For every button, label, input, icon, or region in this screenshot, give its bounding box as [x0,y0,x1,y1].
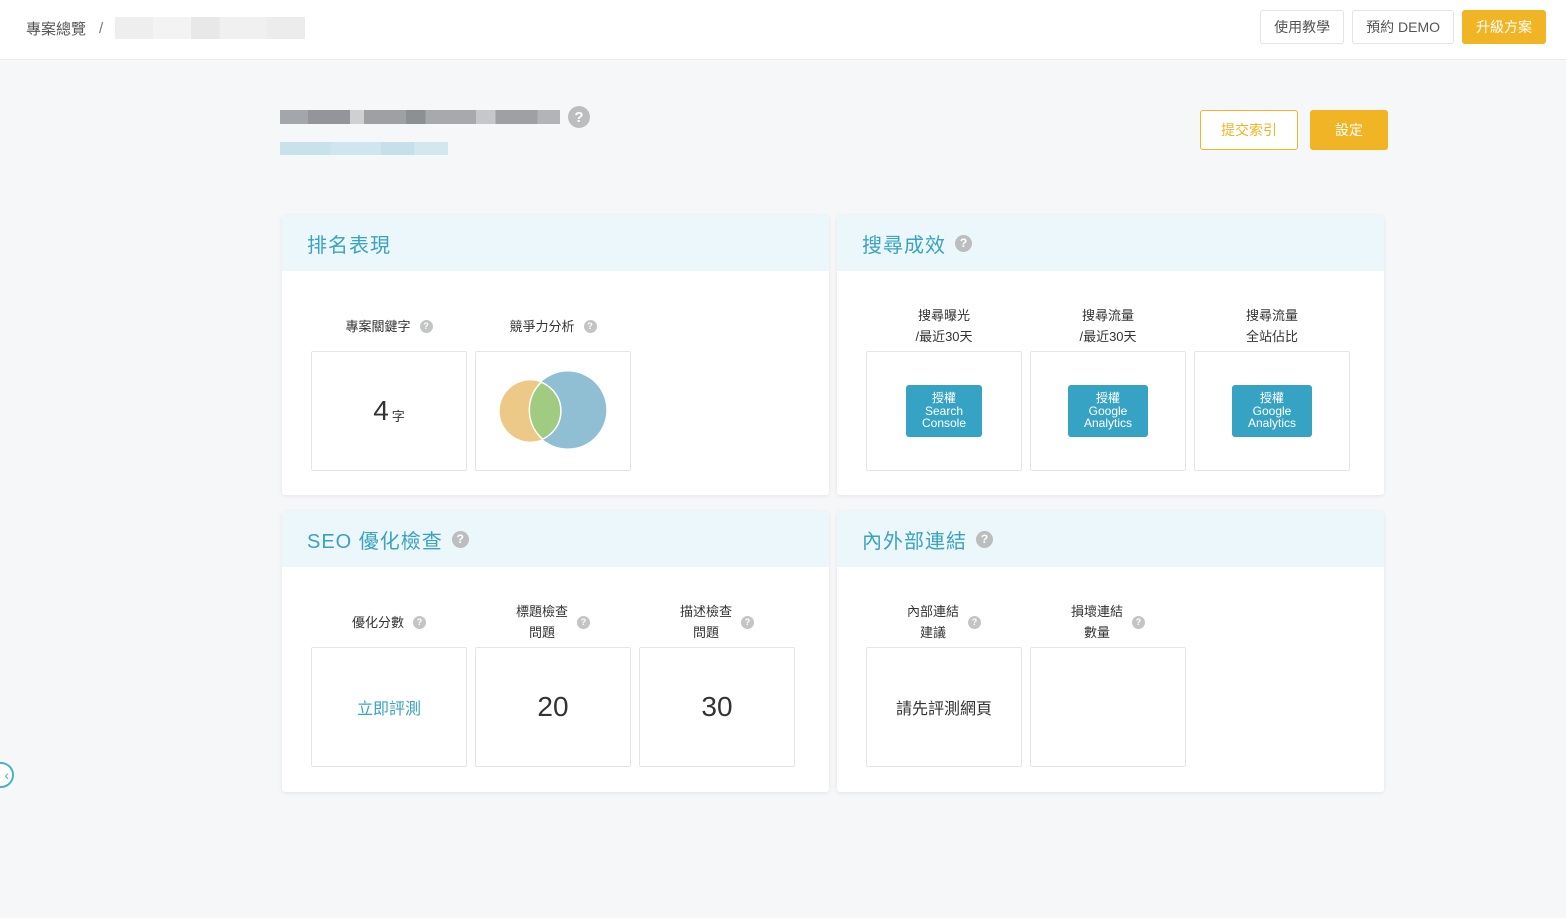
metric-box[interactable] [475,351,631,471]
metric-box: 授權 Google Analytics [1030,351,1186,471]
card-body: 搜尋曝光/最近30天 授權 Search Console 搜尋流量/最近30天 … [837,271,1384,471]
metric-label: 搜尋流量/最近30天 [1079,308,1137,344]
metric-search-impressions: 搜尋曝光/最近30天 授權 Search Console [866,301,1022,471]
card-header: 內外部連結 ? [837,511,1384,567]
help-icon[interactable]: ? [413,615,426,629]
card-title: SEO 優化檢查 [307,530,443,553]
keyword-unit: 字 [391,408,405,424]
card-title: 搜尋成效 [862,234,946,257]
upgrade-plan-button[interactable]: 升級方案 [1462,10,1546,44]
metric-label: 優化分數 ? [352,597,426,647]
authorize-google-analytics-button[interactable]: 授權 Google Analytics [1068,385,1148,437]
evaluate-now-link[interactable]: 立即評測 [357,695,421,719]
authorize-search-console-button[interactable]: 授權 Search Console [906,385,982,437]
metric-box[interactable]: 30 [639,647,795,767]
metric-project-keywords: 專案關鍵字 ? 4字 [311,301,467,471]
project-actions: 提交索引 設定 [1200,110,1388,150]
metric-box: 立即評測 [311,647,467,767]
project-name-redacted [280,110,560,124]
help-icon[interactable]: ? [968,615,981,629]
metric-search-traffic-share: 搜尋流量 全站佔比 授權 Google Analytics [1194,301,1350,471]
help-icon[interactable]: ? [451,530,469,548]
metric-internal-link-suggestions: 內部連結 建議 ? 請先評測網頁 [866,597,1022,767]
links-card: 內外部連結 ? 內部連結 建議 ? 請先評測網頁 損壞連結 數量 ? [837,511,1384,792]
metric-label: 描述檢查 問題 ? [680,597,754,647]
card-body: 優化分數 ? 立即評測 標題檢查 問題 ? 20 描述檢查 問題 ? 30 [282,567,829,767]
settings-button[interactable]: 設定 [1310,110,1388,150]
search-performance-card: 搜尋成效 ? 搜尋曝光/最近30天 授權 Search Console 搜尋流量… [837,215,1384,495]
title-issue-count: 20 [537,691,569,722]
metric-search-traffic: 搜尋流量/最近30天 授權 Google Analytics [1030,301,1186,471]
top-bar: 專案總覽 / 使用教學 預約 DEMO 升級方案 [0,0,1566,60]
card-header: 搜尋成效 ? [837,215,1384,271]
metric-optimization-score: 優化分數 ? 立即評測 [311,597,467,767]
help-icon[interactable]: ? [568,106,590,128]
card-header: SEO 優化檢查 ? [282,511,829,567]
chevron-left-icon: ‹ [4,767,9,783]
card-header: 排名表現 [282,215,829,271]
help-icon[interactable]: ? [1132,615,1145,629]
metric-box[interactable] [1030,647,1186,767]
tutorial-button[interactable]: 使用教學 [1260,10,1345,44]
metric-box: 授權 Search Console [866,351,1022,471]
metric-title-issues: 標題檢查 問題 ? 20 [475,597,631,767]
evaluate-page-first-text: 請先評測網頁 [895,701,992,718]
metric-label: 搜尋曝光/最近30天 [915,308,973,344]
breadcrumb-root[interactable]: 專案總覽 [26,18,86,39]
metric-label: 搜尋流量 全站佔比 [1245,308,1298,344]
metric-label: 內部連結 建議 ? [907,597,981,647]
help-icon[interactable]: ? [976,530,993,548]
description-issue-count: 30 [701,691,733,722]
submit-index-button[interactable]: 提交索引 [1200,110,1298,150]
help-icon[interactable]: ? [577,615,590,629]
metric-label: 標題檢查 問題 ? [516,597,590,647]
help-icon[interactable]: ? [741,615,754,629]
metric-competitor-analysis: 競爭力分析 ? [475,301,631,471]
card-body: 專案關鍵字 ? 4字 競爭力分析 ? [282,271,829,471]
authorize-google-analytics-button[interactable]: 授權 Google Analytics [1232,385,1312,437]
metric-description-issues: 描述檢查 問題 ? 30 [639,597,795,767]
metric-box[interactable]: 請先評測網頁 [866,647,1022,767]
metric-label: 損壞連結 數量 ? [1071,597,1145,647]
breadcrumb: 專案總覽 / [26,17,306,39]
metric-box: 授權 Google Analytics [1194,351,1350,471]
top-actions: 使用教學 預約 DEMO 升級方案 [1260,10,1546,44]
project-url-redacted[interactable] [280,142,448,155]
help-icon[interactable]: ? [419,319,433,333]
metric-label: 專案關鍵字 ? [345,301,433,351]
metric-label: 競爭力分析 ? [509,301,597,351]
metric-broken-links: 損壞連結 數量 ? [1030,597,1186,767]
sidebar-toggle-button[interactable]: ‹ [0,762,14,788]
help-icon[interactable]: ? [583,319,597,333]
keyword-count: 4 [373,395,389,426]
breadcrumb-separator: / [99,19,104,37]
card-title: 排名表現 [307,234,391,257]
metric-box[interactable]: 20 [475,647,631,767]
project-header: ? [280,106,590,155]
card-body: 內部連結 建議 ? 請先評測網頁 損壞連結 數量 ? [837,567,1384,767]
card-title: 內外部連結 [862,530,967,553]
breadcrumb-project-redacted [115,17,306,39]
book-demo-button[interactable]: 預約 DEMO [1352,10,1454,44]
project-name-row: ? [280,106,590,128]
help-icon[interactable]: ? [955,234,972,252]
venn-diagram[interactable] [476,352,630,470]
metric-box[interactable]: 4字 [311,351,467,471]
seo-check-card: SEO 優化檢查 ? 優化分數 ? 立即評測 標題檢查 問題 ? 20 描述檢查問… [282,511,829,792]
ranking-card: 排名表現 專案關鍵字 ? 4字 競爭力分析 ? [282,215,829,495]
